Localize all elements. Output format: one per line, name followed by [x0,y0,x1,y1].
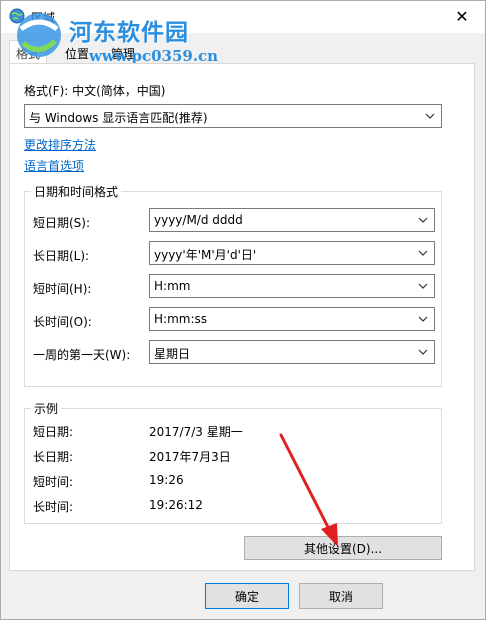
globe-icon [9,8,25,24]
close-icon: ✕ [455,6,469,26]
example-long-time-label: 长时间: [33,500,74,514]
datetime-group-title: 日期和时间格式 [31,183,122,200]
datetime-format-group: 日期和时间格式 短日期(S): yyyy/M/d dddd 长日期(L): yy… [24,183,442,387]
format-select-value: 与 Windows 显示语言匹配(推荐) [29,111,208,125]
example-short-date-label: 短日期: [33,425,74,439]
example-long-time-value: 19:26:12 [149,498,203,512]
long-time-label: 长时间(O): [33,315,92,329]
long-date-select[interactable]: yyyy'年'M'月'd'日' [149,241,435,265]
close-button[interactable]: ✕ [439,1,485,31]
tab-administrative[interactable]: 管理 [105,41,141,63]
first-day-select[interactable]: 星期日 [149,340,435,364]
short-date-value: yyyy/M/d dddd [154,213,243,227]
ok-button[interactable]: 确定 [205,583,289,609]
first-day-value: 星期日 [154,347,191,361]
chevron-down-icon [418,283,428,289]
long-date-value: yyyy'年'M'月'd'日' [154,248,257,262]
short-time-value: H:mm [154,279,191,293]
example-long-date-value: 2017年7月3日 [149,450,231,464]
language-preferences-link[interactable]: 语言首选项 [24,157,84,174]
tab-strip: 格式 位置 管理 [9,40,469,64]
chevron-down-icon [418,349,428,355]
short-date-label: 短日期(S): [33,216,91,230]
long-time-select[interactable]: H:mm:ss [149,307,435,331]
first-day-label: 一周的第一天(W): [33,348,131,362]
chevron-down-icon [418,316,428,322]
long-time-value: H:mm:ss [154,312,207,326]
chevron-down-icon [425,113,435,119]
example-short-date-value: 2017/7/3 星期一 [149,425,243,439]
cancel-button[interactable]: 取消 [299,583,383,609]
chevron-down-icon [418,250,428,256]
example-group-title: 示例 [31,400,62,417]
title-bar: 区域 ✕ [1,1,485,33]
example-long-date-label: 长日期: [33,450,74,464]
example-short-time-label: 短时间: [33,475,74,489]
window-title: 区域 [31,11,56,25]
short-time-select[interactable]: H:mm [149,274,435,298]
format-select[interactable]: 与 Windows 显示语言匹配(推荐) [24,104,442,128]
example-group: 示例 短日期: 2017/7/3 星期一 长日期: 2017年7月3日 短时间:… [24,400,442,524]
tab-format[interactable]: 格式 [9,40,48,64]
chevron-down-icon [418,217,428,223]
format-label: 格式(F): 中文(简体，中国) [24,84,166,98]
tab-location[interactable]: 位置 [59,41,95,63]
short-time-label: 短时间(H): [33,282,92,296]
format-tab-panel: 格式(F): 中文(简体，中国) 与 Windows 显示语言匹配(推荐) 更改… [9,63,475,571]
region-dialog: 区域 ✕ 格式 位置 管理 河东软件园 www.pc0359.cn 格式(F):… [0,0,486,620]
example-short-time-value: 19:26 [149,473,184,487]
short-date-select[interactable]: yyyy/M/d dddd [149,208,435,232]
additional-settings-button[interactable]: 其他设置(D)... [244,536,442,560]
long-date-label: 长日期(L): [33,249,90,263]
change-sort-link[interactable]: 更改排序方法 [24,136,96,153]
